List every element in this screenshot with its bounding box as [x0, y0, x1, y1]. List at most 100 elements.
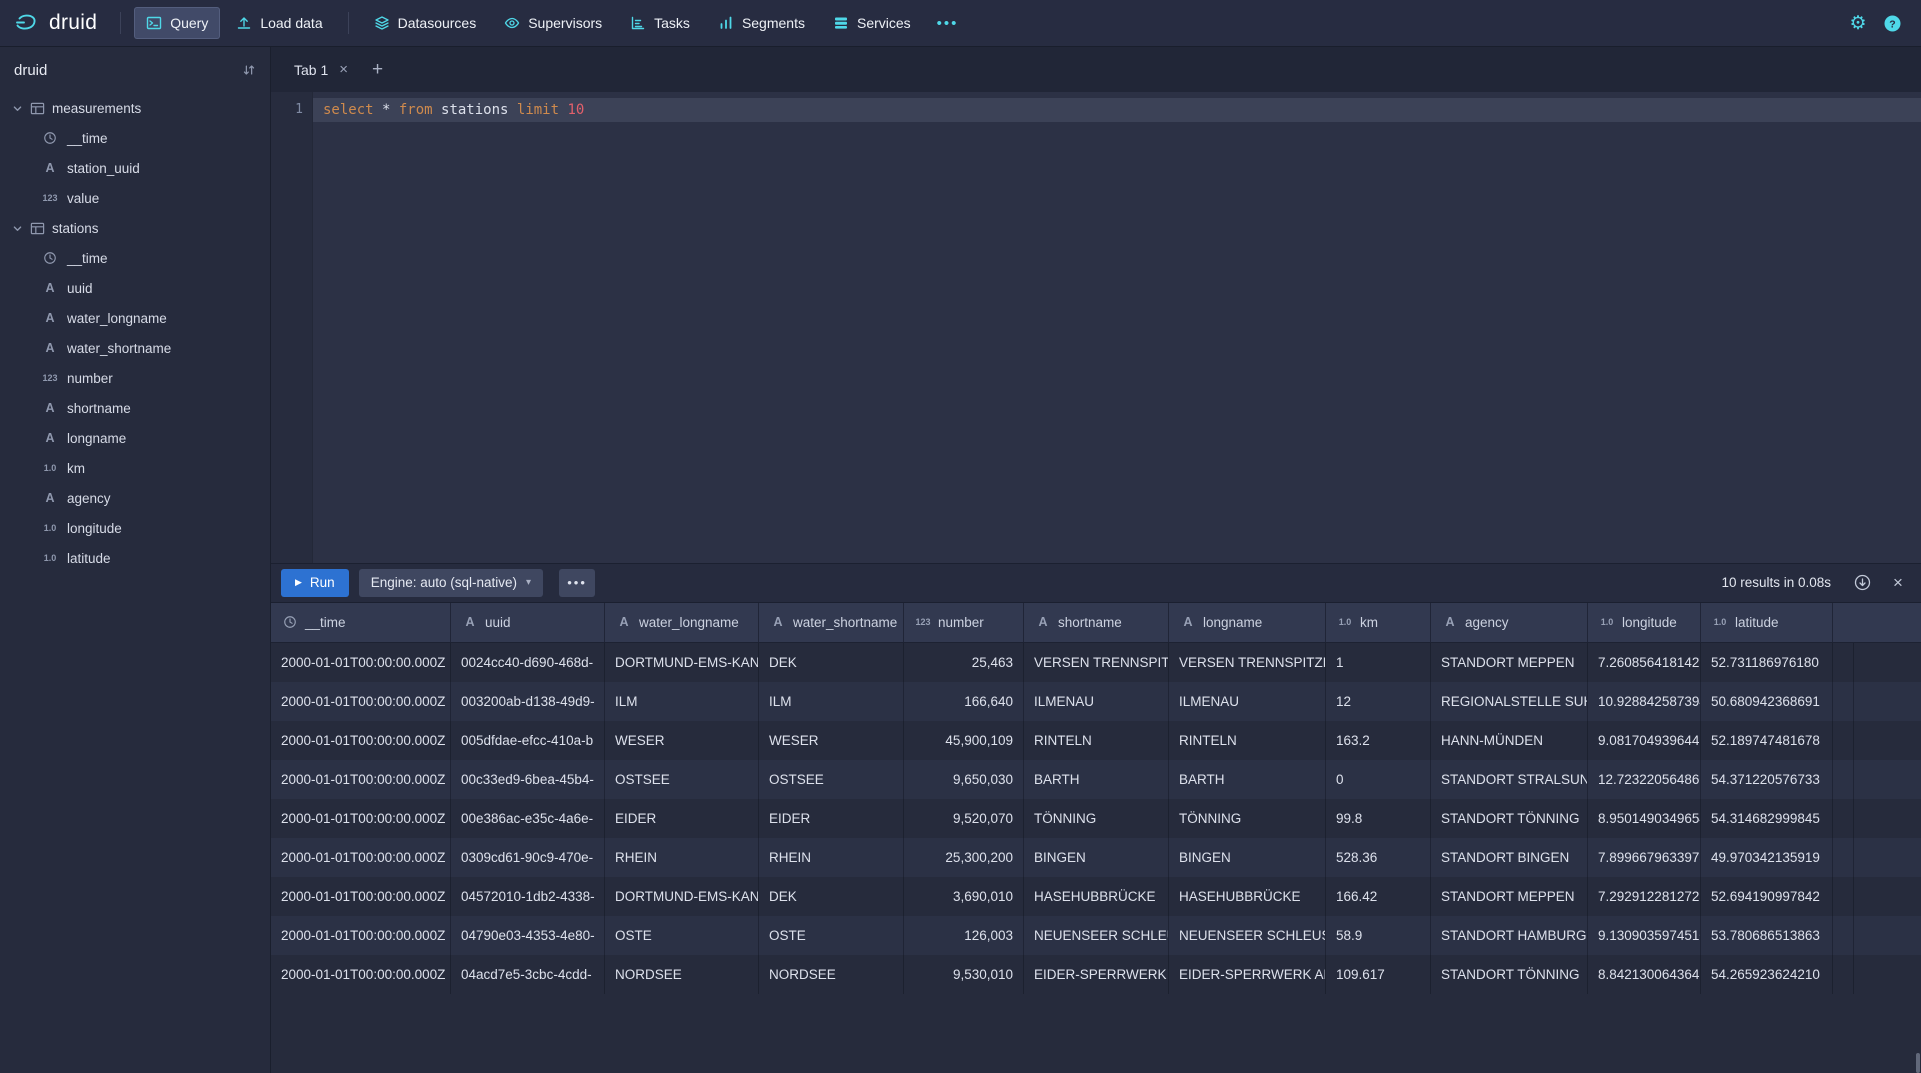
cell-longitude[interactable]: 12.723220564867	[1588, 760, 1701, 799]
cell-shortname[interactable]: BINGEN	[1024, 838, 1169, 877]
sql-editor[interactable]: 1 select * from stations limit 10	[271, 92, 1921, 563]
cell-shortname[interactable]: BARTH	[1024, 760, 1169, 799]
nav-datasources[interactable]: Datasources	[362, 7, 489, 39]
cell-latitude[interactable]: 52.694190997842	[1701, 877, 1833, 916]
cell-agency[interactable]: HANN-MÜNDEN	[1431, 721, 1588, 760]
cell-shortname[interactable]: TÖNNING	[1024, 799, 1169, 838]
cell-number[interactable]: 126,003	[904, 916, 1024, 955]
cell-uuid[interactable]: 04acd7e5-3cbc-4cdd-	[451, 955, 605, 994]
cell-uuid[interactable]: 0024cc40-d690-468d-	[451, 643, 605, 682]
cell-km[interactable]: 58.9	[1326, 916, 1431, 955]
cell-water_longname[interactable]: RHEIN	[605, 838, 759, 877]
cell-water_shortname[interactable]: DEK	[759, 877, 904, 916]
cell-km[interactable]: 166.42	[1326, 877, 1431, 916]
cell-agency[interactable]: STANDORT BINGEN	[1431, 838, 1588, 877]
help-button[interactable]: ?	[1877, 8, 1907, 38]
cell-longitude[interactable]: 7.2929122812723	[1588, 877, 1701, 916]
cell-number[interactable]: 45,900,109	[904, 721, 1024, 760]
code-area[interactable]: select * from stations limit 10	[313, 92, 1921, 563]
cell-km[interactable]: 109.617	[1326, 955, 1431, 994]
more-icon[interactable]: •••	[927, 15, 969, 32]
cell-longname[interactable]: EIDER-SPERRWERK AP	[1169, 955, 1326, 994]
nav-supervisors[interactable]: Supervisors	[492, 7, 614, 39]
nav-tasks[interactable]: Tasks	[618, 7, 702, 39]
cell-water_shortname[interactable]: EIDER	[759, 799, 904, 838]
column-header-uuid[interactable]: Auuid	[451, 603, 605, 642]
cell-water_shortname[interactable]: OSTSEE	[759, 760, 904, 799]
column-header-__time[interactable]: __time	[271, 603, 451, 642]
cell-km[interactable]: 163.2	[1326, 721, 1431, 760]
tree-column-__time[interactable]: __time	[0, 123, 270, 153]
cell-longitude[interactable]: 9.0817049396446	[1588, 721, 1701, 760]
cell-longname[interactable]: BARTH	[1169, 760, 1326, 799]
cell-number[interactable]: 9,650,030	[904, 760, 1024, 799]
cell-latitude[interactable]: 52.189747481678	[1701, 721, 1833, 760]
scrollbar-thumb[interactable]	[1916, 1053, 1920, 1073]
cell-latitude[interactable]: 53.780686513863	[1701, 916, 1833, 955]
tree-column-water_longname[interactable]: Awater_longname	[0, 303, 270, 333]
cell-longitude[interactable]: 8.8421300643643	[1588, 955, 1701, 994]
cell-agency[interactable]: STANDORT TÖNNING	[1431, 799, 1588, 838]
tab-tab1[interactable]: Tab 1 ×	[281, 47, 361, 92]
tree-column-__time[interactable]: __time	[0, 243, 270, 273]
cell-longitude[interactable]: 7.2608564181421	[1588, 643, 1701, 682]
tree-column-km[interactable]: 1.0km	[0, 453, 270, 483]
cell-km[interactable]: 99.8	[1326, 799, 1431, 838]
cell-km[interactable]: 1	[1326, 643, 1431, 682]
cell-water_longname[interactable]: EIDER	[605, 799, 759, 838]
cell-__time[interactable]: 2000-01-01T00:00:00.000Z	[271, 799, 451, 838]
cell-water_shortname[interactable]: ILM	[759, 682, 904, 721]
tree-column-shortname[interactable]: Ashortname	[0, 393, 270, 423]
cell-longname[interactable]: TÖNNING	[1169, 799, 1326, 838]
cell-water_shortname[interactable]: DEK	[759, 643, 904, 682]
cell-latitude[interactable]: 52.731186976180	[1701, 643, 1833, 682]
code-line[interactable]: select * from stations limit 10	[313, 98, 1921, 122]
cell-water_shortname[interactable]: RHEIN	[759, 838, 904, 877]
cell-longname[interactable]: HASEHUBBRÜCKE	[1169, 877, 1326, 916]
close-tab-icon[interactable]: ×	[339, 62, 348, 77]
tree-column-longitude[interactable]: 1.0longitude	[0, 513, 270, 543]
cell-longitude[interactable]: 9.1309035974510	[1588, 916, 1701, 955]
column-header-latitude[interactable]: 1.0latitude	[1701, 603, 1833, 642]
add-tab-button[interactable]: +	[361, 60, 394, 79]
cell-uuid[interactable]: 005dfdae-efcc-410a-b	[451, 721, 605, 760]
cell-uuid[interactable]: 003200ab-d138-49d9-	[451, 682, 605, 721]
cell-water_longname[interactable]: DORTMUND-EMS-KANAL	[605, 877, 759, 916]
cell-water_longname[interactable]: DORTMUND-EMS-KANAL	[605, 643, 759, 682]
cell-__time[interactable]: 2000-01-01T00:00:00.000Z	[271, 643, 451, 682]
cell-agency[interactable]: REGIONALSTELLE SUH	[1431, 682, 1588, 721]
cell-longitude[interactable]: 8.9501490349654	[1588, 799, 1701, 838]
cell-longitude[interactable]: 7.8996679633973	[1588, 838, 1701, 877]
cell-longname[interactable]: VERSEN TRENNSPITZE	[1169, 643, 1326, 682]
cell-longname[interactable]: BINGEN	[1169, 838, 1326, 877]
cell-shortname[interactable]: HASEHUBBRÜCKE	[1024, 877, 1169, 916]
column-header-shortname[interactable]: Ashortname	[1024, 603, 1169, 642]
tree-table-measurements[interactable]: measurements	[0, 93, 270, 123]
column-header-km[interactable]: 1.0km	[1326, 603, 1431, 642]
cell-__time[interactable]: 2000-01-01T00:00:00.000Z	[271, 955, 451, 994]
cell-uuid[interactable]: 04790e03-4353-4e80-	[451, 916, 605, 955]
cell-shortname[interactable]: RINTELN	[1024, 721, 1169, 760]
cell-__time[interactable]: 2000-01-01T00:00:00.000Z	[271, 916, 451, 955]
cell-longitude[interactable]: 10.928842587394	[1588, 682, 1701, 721]
cell-km[interactable]: 0	[1326, 760, 1431, 799]
nav-load-data[interactable]: Load data	[224, 7, 334, 39]
cell-agency[interactable]: STANDORT TÖNNING	[1431, 955, 1588, 994]
column-header-water_longname[interactable]: Awater_longname	[605, 603, 759, 642]
cell-agency[interactable]: STANDORT MEPPEN	[1431, 643, 1588, 682]
nav-segments[interactable]: Segments	[706, 7, 817, 39]
cell-__time[interactable]: 2000-01-01T00:00:00.000Z	[271, 760, 451, 799]
query-more-button[interactable]: •••	[559, 569, 595, 597]
cell-number[interactable]: 9,530,010	[904, 955, 1024, 994]
nav-query[interactable]: Query	[134, 7, 220, 39]
cell-shortname[interactable]: VERSEN TRENNSPITZE	[1024, 643, 1169, 682]
cell-water_longname[interactable]: WESER	[605, 721, 759, 760]
cell-water_shortname[interactable]: OSTE	[759, 916, 904, 955]
cell-number[interactable]: 166,640	[904, 682, 1024, 721]
column-header-water_shortname[interactable]: Awater_shortname	[759, 603, 904, 642]
column-header-longitude[interactable]: 1.0longitude	[1588, 603, 1701, 642]
tree-column-number[interactable]: 123number	[0, 363, 270, 393]
cell-agency[interactable]: STANDORT MEPPEN	[1431, 877, 1588, 916]
cell-number[interactable]: 25,300,200	[904, 838, 1024, 877]
druid-brand[interactable]: druid	[14, 10, 97, 36]
